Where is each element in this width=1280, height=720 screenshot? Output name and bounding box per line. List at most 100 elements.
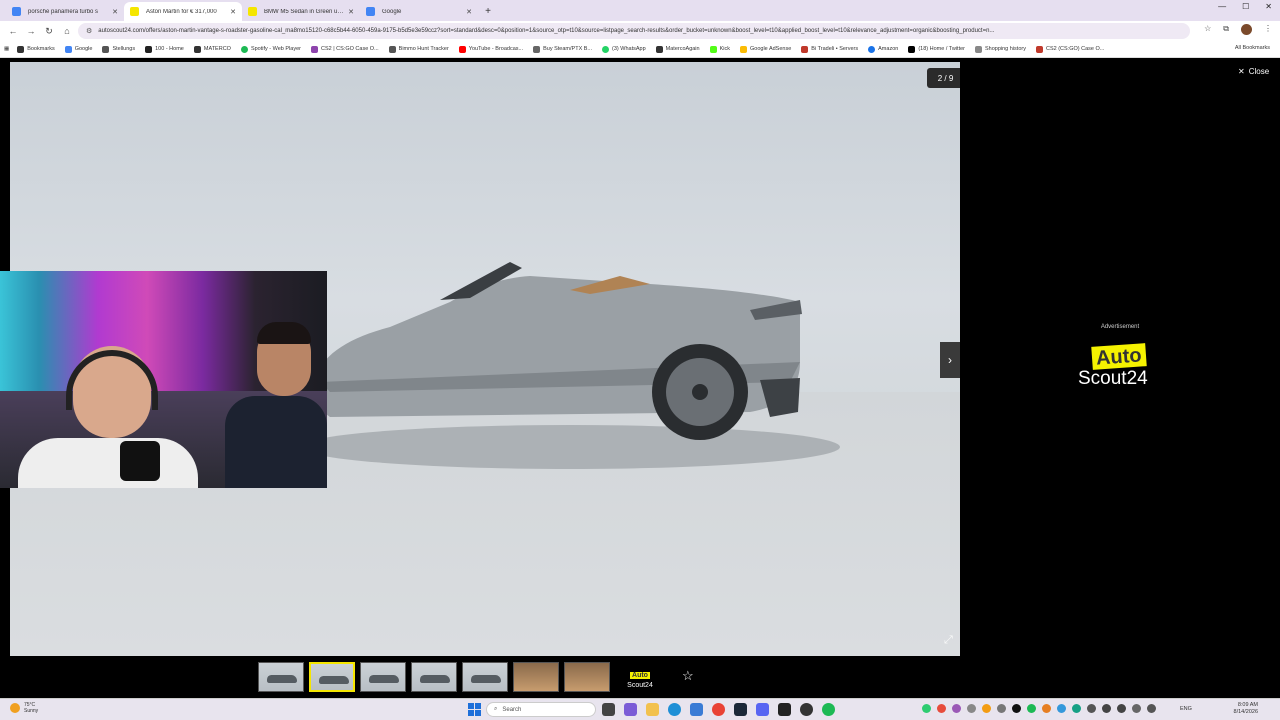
apps-icon[interactable]: ▦ xyxy=(4,46,9,52)
bookmark-item[interactable]: Bookmarks xyxy=(17,45,55,53)
tab-porsche[interactable]: porsche panamera turbo s ✕ xyxy=(6,2,124,21)
address-bar[interactable]: ⚙ autoscout24.com/offers/aston-martin-va… xyxy=(78,23,1190,39)
browser-toolbar: ← → ↻ ⌂ ⚙ autoscout24.com/offers/aston-m… xyxy=(0,21,1280,41)
next-photo-button[interactable]: › xyxy=(940,342,960,378)
tray-app-icon[interactable] xyxy=(1057,704,1066,713)
bookmark-item[interactable]: Amazon xyxy=(868,45,898,53)
bookmark-item[interactable]: Buy Steam/PTX B... xyxy=(533,45,592,53)
advertisement-label: Advertisement xyxy=(1100,324,1140,330)
tray-app-icon[interactable] xyxy=(937,704,946,713)
extensions-icon[interactable]: ⧉ xyxy=(1223,24,1229,35)
copilot-icon[interactable] xyxy=(624,703,637,716)
close-gallery-button[interactable]: ✕ Close xyxy=(1238,67,1269,76)
new-tab-button[interactable]: + xyxy=(478,2,498,21)
tray-app-icon[interactable] xyxy=(922,704,931,713)
taskbar-search[interactable]: ⌕ Search xyxy=(486,702,596,717)
bookmark-label: Shopping history xyxy=(985,46,1026,52)
close-window-icon[interactable]: ✕ xyxy=(1265,2,1272,11)
thumbnail-autoscout-logo[interactable]: Auto Scout24 xyxy=(622,664,658,689)
wifi-icon[interactable] xyxy=(1102,704,1111,713)
system-clock[interactable]: 8:09 AM 8/14/2026 xyxy=(1202,702,1258,716)
mic-tray-icon[interactable] xyxy=(1132,704,1141,713)
tray-app-icon[interactable] xyxy=(982,704,991,713)
bookmark-item[interactable]: Bi Tradeli • Servers xyxy=(801,45,858,53)
bookmark-icon xyxy=(17,45,25,53)
steam-icon[interactable] xyxy=(734,703,747,716)
menu-icon[interactable]: ⋮ xyxy=(1264,24,1272,35)
bookmark-star-icon[interactable]: ☆ xyxy=(1204,24,1211,35)
tab-title: Aston Martin for € 317,000 xyxy=(146,8,217,15)
thumbnail[interactable] xyxy=(411,662,457,692)
thumbnail[interactable] xyxy=(258,662,304,692)
profile-avatar[interactable] xyxy=(1241,24,1252,35)
back-icon[interactable]: ← xyxy=(4,26,22,36)
tab-aston-martin[interactable]: Aston Martin for € 317,000 ✕ xyxy=(124,2,242,21)
forward-icon[interactable]: → xyxy=(22,26,40,36)
spotify-icon[interactable] xyxy=(822,703,835,716)
tray-app-icon[interactable] xyxy=(1027,704,1036,713)
bookmark-item[interactable]: (18) Home / Twitter xyxy=(908,45,965,53)
close-tab-icon[interactable]: ✕ xyxy=(112,8,118,16)
minimize-icon[interactable]: — xyxy=(1218,2,1226,11)
thumbnail[interactable] xyxy=(462,662,508,692)
tray-app-icon[interactable] xyxy=(952,704,961,713)
fullscreen-icon[interactable]: ⤢ xyxy=(944,634,953,647)
bookmark-item[interactable]: CS2 (CS:GO) Case O... xyxy=(1035,45,1104,53)
ad-logo-scout: Scout24 xyxy=(1078,368,1148,389)
tray-app-icon[interactable] xyxy=(1072,704,1081,713)
close-tab-icon[interactable]: ✕ xyxy=(348,8,354,16)
bookmark-item[interactable]: MATERCO xyxy=(193,45,231,53)
bookmark-label: Google xyxy=(74,46,93,52)
google-favicon-icon xyxy=(12,7,21,16)
bookmark-item[interactable]: Kick xyxy=(709,45,730,53)
weather-widget[interactable]: 75°C Sunny xyxy=(10,702,38,714)
terminal-icon[interactable] xyxy=(778,703,791,716)
favorite-star-icon[interactable]: ☆ xyxy=(682,668,694,684)
tray-app-icon[interactable] xyxy=(967,704,976,713)
tab-google[interactable]: Google ✕ xyxy=(360,2,478,21)
reload-icon[interactable]: ↻ xyxy=(40,26,58,37)
battery-icon[interactable] xyxy=(1147,704,1156,713)
bookmark-item[interactable]: YouTube - Broadcas... xyxy=(458,45,523,53)
bookmark-icon xyxy=(655,45,663,53)
bookmark-item[interactable]: Shopping history xyxy=(975,45,1026,53)
thumbnail[interactable] xyxy=(360,662,406,692)
autoscout24-ad-logo[interactable]: Auto Scout24 xyxy=(1078,343,1164,389)
home-icon[interactable]: ⌂ xyxy=(58,26,76,36)
site-info-icon[interactable]: ⚙ xyxy=(86,27,92,35)
language-indicator[interactable]: ENG xyxy=(1180,706,1192,712)
thumbnail-interior[interactable] xyxy=(513,662,559,692)
bookmark-item[interactable]: Stellungs xyxy=(102,45,135,53)
store-icon[interactable] xyxy=(690,703,703,716)
all-bookmarks-link[interactable]: All Bookmarks xyxy=(1235,45,1270,51)
file-explorer-icon[interactable] xyxy=(646,703,659,716)
close-tab-icon[interactable]: ✕ xyxy=(230,8,236,16)
bookmark-item[interactable]: (3) WhatsApp xyxy=(602,45,646,53)
bookmark-item[interactable]: Bimmo Hunt Tracker xyxy=(388,45,449,53)
edge-icon[interactable] xyxy=(668,703,681,716)
bookmark-item[interactable]: Google AdSense xyxy=(739,45,791,53)
person-hair xyxy=(257,322,311,344)
close-tab-icon[interactable]: ✕ xyxy=(466,8,472,16)
bookmark-item[interactable]: Spotify - Web Player xyxy=(240,45,301,53)
tab-bmw[interactable]: BMW M5 Sedan in Green used ✕ xyxy=(242,2,360,21)
tray-app-icon[interactable] xyxy=(1012,704,1021,713)
tray-app-icon[interactable] xyxy=(1087,704,1096,713)
tray-app-icon[interactable] xyxy=(1042,704,1051,713)
obs-icon[interactable] xyxy=(800,703,813,716)
discord-icon[interactable] xyxy=(756,703,769,716)
webcam-overlay xyxy=(0,271,327,488)
maximize-icon[interactable]: ☐ xyxy=(1242,2,1249,11)
volume-icon[interactable] xyxy=(1117,704,1126,713)
bookmark-item[interactable]: MatercoAgain xyxy=(655,45,700,53)
bookmark-item[interactable]: 100 - Home xyxy=(145,45,184,53)
bookmark-item[interactable]: Google xyxy=(64,45,93,53)
thumbnail-selected[interactable] xyxy=(309,662,355,692)
bookmark-item[interactable]: CS2 | CS:GO Case O... xyxy=(310,45,379,53)
tray-app-icon[interactable] xyxy=(997,704,1006,713)
chrome-icon[interactable] xyxy=(712,703,725,716)
task-view-icon[interactable] xyxy=(602,703,615,716)
car-thumbnail-icon xyxy=(420,675,450,683)
windows-start-icon[interactable] xyxy=(468,703,481,716)
thumbnail-interior[interactable] xyxy=(564,662,610,692)
